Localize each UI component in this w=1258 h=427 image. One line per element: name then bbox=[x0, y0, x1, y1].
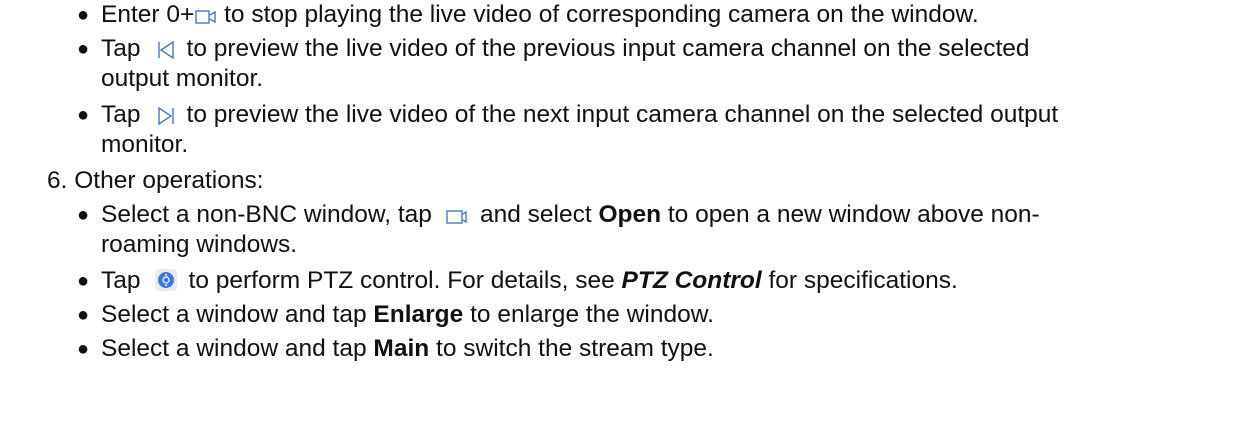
text: Enter 0+ bbox=[101, 1, 195, 28]
heading-text: 6. Other operations: bbox=[47, 167, 264, 194]
text: to open a new window above non- bbox=[667, 201, 1040, 228]
bullet: ● bbox=[77, 338, 90, 360]
bullet: ● bbox=[77, 270, 90, 292]
bold-italic-term-ptz-control: PTZ Control bbox=[621, 267, 762, 294]
text: to enlarge the window. bbox=[470, 301, 714, 328]
list-item-stop-playing: Enter 0+ to stop playing the live video … bbox=[101, 0, 979, 30]
camera-icon bbox=[446, 208, 468, 226]
text: to stop playing the live video of corres… bbox=[217, 1, 979, 28]
bold-term-main: Main bbox=[373, 335, 430, 362]
list-item-main-stream: Select a window and tap Main to switch t… bbox=[101, 334, 714, 364]
list-item-previous-channel: Tap to preview the live video of the pre… bbox=[101, 34, 1030, 64]
text: to preview the live video of the next in… bbox=[186, 101, 1059, 128]
step-6-heading: 6. Other operations: bbox=[47, 166, 264, 196]
text: output monitor. bbox=[101, 65, 264, 92]
text: and select bbox=[479, 201, 592, 228]
bold-term-enlarge: Enlarge bbox=[373, 301, 464, 328]
previous-channel-icon bbox=[157, 40, 175, 60]
bullet: ● bbox=[77, 38, 90, 60]
list-item-previous-channel-cont: output monitor. bbox=[101, 64, 263, 94]
next-channel-icon bbox=[157, 106, 175, 126]
list-item-enlarge: Select a window and tap Enlarge to enlar… bbox=[101, 300, 714, 330]
list-item-open-window: Select a non-BNC window, tap and select … bbox=[101, 200, 1040, 230]
document-page: ● Enter 0+ to stop playing the live vide… bbox=[0, 0, 1258, 427]
camera-icon bbox=[195, 8, 217, 26]
text: Select a window and tap bbox=[101, 335, 367, 362]
text: Tap bbox=[101, 267, 141, 294]
bullet: ● bbox=[77, 304, 90, 326]
bold-term-open: Open bbox=[598, 201, 662, 228]
ptz-control-icon bbox=[154, 269, 177, 291]
text: to switch the stream type. bbox=[436, 335, 714, 362]
text: Select a non-BNC window, tap bbox=[101, 201, 432, 228]
text: Tap bbox=[101, 35, 141, 62]
text: to preview the live video of the previou… bbox=[186, 35, 1030, 62]
list-item-open-window-cont: roaming windows. bbox=[101, 230, 297, 260]
list-item-ptz: Tap to perform PTZ control. For details,… bbox=[101, 266, 958, 296]
text: for specifications. bbox=[768, 267, 958, 294]
text: Tap bbox=[101, 101, 141, 128]
text: Select a window and tap bbox=[101, 301, 367, 328]
list-item-next-channel-cont: monitor. bbox=[101, 130, 188, 160]
text: monitor. bbox=[101, 131, 189, 158]
bullet: ● bbox=[77, 104, 90, 126]
bullet: ● bbox=[77, 204, 90, 226]
bullet: ● bbox=[77, 4, 90, 26]
text: roaming windows. bbox=[101, 231, 298, 258]
text: to perform PTZ control. For details, see bbox=[188, 267, 615, 294]
list-item-next-channel: Tap to preview the live video of the nex… bbox=[101, 100, 1058, 130]
